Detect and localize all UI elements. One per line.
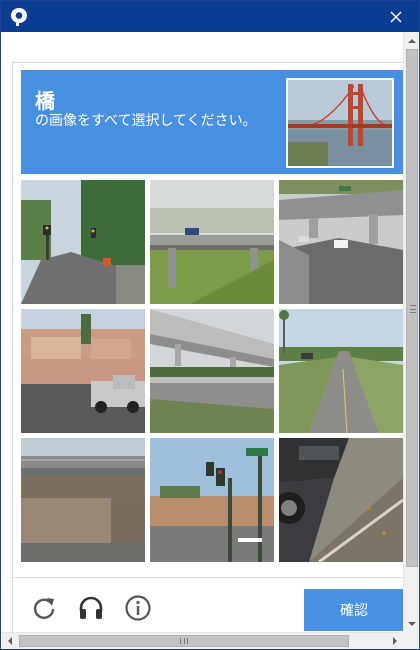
captcha-widget: 橋 の画像をすべて選択してください。 確認 [12,62,403,632]
chevron-down-icon [408,621,416,626]
horizontal-scroll-thumb[interactable] [19,635,349,647]
info-button[interactable] [121,591,155,625]
challenge-header: 橋 の画像をすべて選択してください。 [21,70,403,174]
vertical-grip [410,305,416,313]
content-area: 橋 の画像をすべて選択してください。 確認 [2,32,403,632]
scroll-right-arrow[interactable] [387,633,403,649]
chevron-left-icon [8,637,12,645]
close-icon [390,11,402,22]
chevron-up-icon [408,38,416,43]
close-button[interactable] [373,1,419,32]
scroll-left-arrow[interactable] [2,633,18,649]
browser-window: 橋 の画像をすべて選択してください。 確認 [0,0,420,650]
image-tile-2[interactable] [150,180,274,304]
chevron-right-icon [393,637,397,645]
image-tile-3[interactable] [279,180,403,304]
scroll-down-arrow[interactable] [404,615,420,632]
audio-button[interactable] [74,591,108,625]
verify-button[interactable]: 確認 [304,589,403,631]
image-tile-8[interactable] [150,438,274,562]
reload-button[interactable] [27,591,61,625]
horizontal-grip [180,638,188,644]
image-tile-5[interactable] [150,309,274,433]
image-tile-4[interactable] [21,309,145,433]
scrollbar-corner [403,632,419,649]
image-tile-7[interactable] [21,438,145,562]
titlebar [1,1,419,32]
reload-icon [33,598,55,619]
horizontal-scrollbar[interactable] [2,632,403,649]
vertical-scroll-thumb[interactable] [406,49,418,567]
footer-divider [13,577,403,578]
app-logo-icon [11,8,27,26]
image-tile-9[interactable] [279,438,403,562]
sample-image [286,78,394,168]
image-tile-6[interactable] [279,309,403,433]
scroll-up-arrow[interactable] [404,32,420,49]
audio-icon [79,596,103,619]
image-tile-1[interactable] [21,180,145,304]
vertical-scrollbar[interactable] [403,32,419,632]
info-icon [125,595,151,621]
instruction-text: の画像をすべて選択してください。 [35,113,257,129]
